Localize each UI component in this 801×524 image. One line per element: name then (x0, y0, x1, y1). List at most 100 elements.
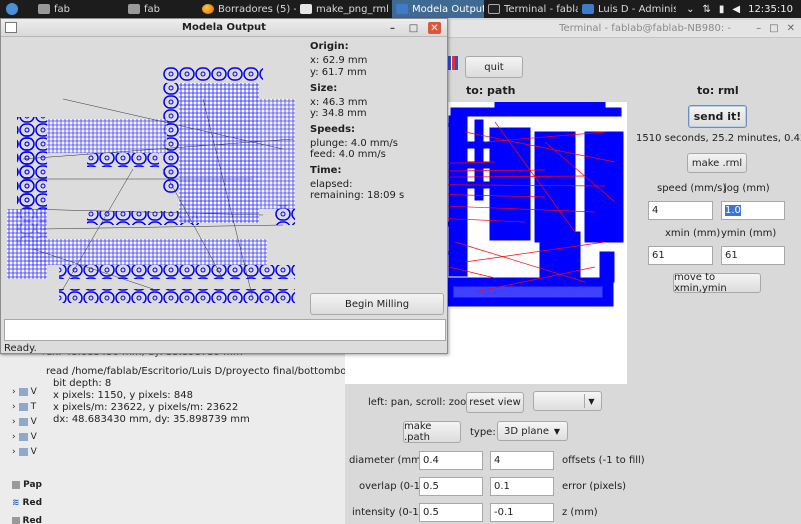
log-line: x pixels: 1150, y pixels: 848 (53, 390, 193, 401)
chevron-right-icon: › (12, 402, 16, 412)
overlap-input[interactable]: 0.5 (419, 477, 483, 496)
firefox-icon (202, 4, 214, 14)
minimize-icon[interactable]: – (756, 23, 761, 34)
send-it-button[interactable]: send it! (688, 105, 747, 128)
folder-icon (18, 433, 28, 441)
sidebar-item[interactable]: Pap (0, 478, 42, 492)
quit-button[interactable]: quit (465, 56, 523, 78)
intensity-input[interactable]: 0.5 (419, 503, 483, 522)
view-select[interactable]: ▼ (533, 391, 602, 411)
app-menu-button[interactable] (0, 0, 24, 18)
sidebar-item[interactable]: › V (0, 415, 42, 429)
log-line: dx: 48.683430 mm, dy: 35.898739 mm (53, 414, 250, 425)
chevron-right-icon: › (12, 432, 16, 442)
begin-milling-button[interactable]: Begin Milling (310, 293, 444, 315)
task-label: Borradores (5) -... (218, 3, 296, 15)
chevron-right-icon: › (12, 447, 16, 457)
speed-input[interactable]: 4 (648, 201, 713, 220)
sidebar-item[interactable]: › V (0, 430, 42, 444)
sidebar-item-label: T (30, 402, 37, 412)
sidebar-item[interactable]: › V (0, 445, 42, 459)
task-fab-1[interactable]: fab (24, 0, 106, 18)
chevron-right-icon: › (12, 387, 16, 397)
task-terminal[interactable]: Terminal - fabla... (484, 0, 578, 18)
type-select[interactable]: 3D plane ▼ (497, 421, 568, 441)
minimize-icon[interactable]: – (386, 22, 399, 34)
make-rml-button[interactable]: make .rml (687, 153, 747, 173)
sidebar-item[interactable]: › T (0, 400, 42, 414)
taskbar: fab fab Borradores (5) -... make_png_rml… (0, 0, 801, 18)
folder-icon (18, 388, 28, 396)
modela-window-titlebar[interactable]: Modela Output – □ ✕ (1, 19, 447, 37)
chevron-down-icon: ▼ (553, 426, 561, 436)
make-path-button[interactable]: make .path (403, 421, 461, 443)
close-icon[interactable]: ✕ (428, 22, 441, 34)
z-label: z (mm) (562, 507, 598, 518)
modela-window-title: Modela Output (182, 22, 266, 33)
intensity-label: intensity (0-1) (352, 507, 423, 518)
xmin-input[interactable]: 61 (648, 246, 713, 265)
type-select-value: 3D plane (504, 425, 549, 437)
size-x: x: 46.3 mm (310, 97, 368, 108)
ymin-input[interactable]: 61 (721, 246, 785, 265)
to-path-label: to: path (466, 84, 516, 97)
task-fab-2[interactable]: fab (106, 0, 198, 18)
sidebar-item[interactable]: Red (0, 514, 42, 524)
network-icon[interactable]: ⇅ (702, 4, 710, 15)
elapsed-time: elapsed: (310, 179, 353, 190)
time-heading: Time: (310, 165, 342, 176)
folder-icon (38, 4, 50, 14)
app-menu-icon (6, 3, 18, 15)
pan-zoom-hint: left: pan, scroll: zoom (368, 397, 476, 408)
speed-label: speed (mm/s) (657, 183, 727, 194)
task-label: Modela Output (412, 3, 484, 15)
document-icon (300, 4, 312, 14)
task-label: fab (54, 3, 70, 15)
task-modela-output[interactable]: Modela Output (392, 0, 484, 18)
window-controls: – □ ✕ (386, 22, 441, 34)
maximize-icon[interactable]: □ (407, 22, 420, 34)
task-borradores[interactable]: Borradores (5) -... (198, 0, 296, 18)
chevron-down-icon: ▼ (584, 394, 598, 408)
size-y: y: 34.8 mm (310, 108, 367, 119)
sidebar-item[interactable]: ≋ Red (0, 496, 42, 510)
battery-icon[interactable]: ▮ (719, 4, 725, 15)
window-icon (396, 4, 408, 14)
offsets-input[interactable]: 4 (490, 451, 554, 470)
sidebar-item-label: Pap (23, 480, 42, 490)
log-line: read /home/fablab/Escritorio/Luis D/proy… (46, 366, 386, 377)
reset-view-button[interactable]: reset view (466, 392, 524, 413)
type-label: type: (470, 427, 496, 438)
diameter-label: diameter (mm) (349, 455, 425, 466)
clock[interactable]: 12:35:10 (748, 4, 793, 15)
sidebar-item-label: Red (22, 516, 42, 524)
task-luis-d[interactable]: Luis D - Adminis... (578, 0, 676, 18)
volume-icon[interactable]: ◀ (732, 4, 740, 15)
task-label: make_png_rml (316, 3, 389, 15)
status-text: Ready. (4, 343, 37, 354)
network-icon (12, 517, 20, 524)
format-icon (448, 56, 458, 70)
sidebar-item[interactable]: › V (0, 385, 42, 399)
origin-y: y: 61.7 mm (310, 67, 367, 78)
time-estimate: 1510 seconds, 25.2 minutes, 0.42 hours (636, 133, 801, 144)
z-input[interactable]: -0.1 (490, 503, 554, 522)
diameter-input[interactable]: 0.4 (419, 451, 483, 470)
window-controls: – □ ✕ (756, 23, 795, 34)
folder-icon (18, 418, 28, 426)
modela-output-window: Modela Output – □ ✕ Origin: x: 62.9 mm y… (0, 18, 448, 354)
close-icon[interactable]: ✕ (787, 23, 795, 34)
cam-window-title-text: Terminal - fablab@fablab-NB980: - (559, 23, 731, 34)
task-label: fab (144, 3, 160, 15)
terminal-icon (488, 4, 500, 14)
file-panel: ›V ›T ›V ›V ›V Pap ≋Red Red dx: 48.68343… (0, 347, 385, 524)
chevron-down-icon[interactable]: ⌄ (686, 4, 694, 15)
error-input[interactable]: 0.1 (490, 477, 554, 496)
jog-input[interactable]: 1.0 (721, 201, 785, 220)
feed-speed: feed: 4.0 mm/s (310, 149, 386, 160)
maximize-icon[interactable]: □ (769, 23, 778, 34)
folder-icon (18, 448, 28, 456)
wifi-icon: ≋ (12, 498, 20, 508)
move-to-xmin-ymin-button[interactable]: move to xmin,ymin (673, 272, 761, 294)
task-make-png-rml[interactable]: make_png_rml (296, 0, 392, 18)
